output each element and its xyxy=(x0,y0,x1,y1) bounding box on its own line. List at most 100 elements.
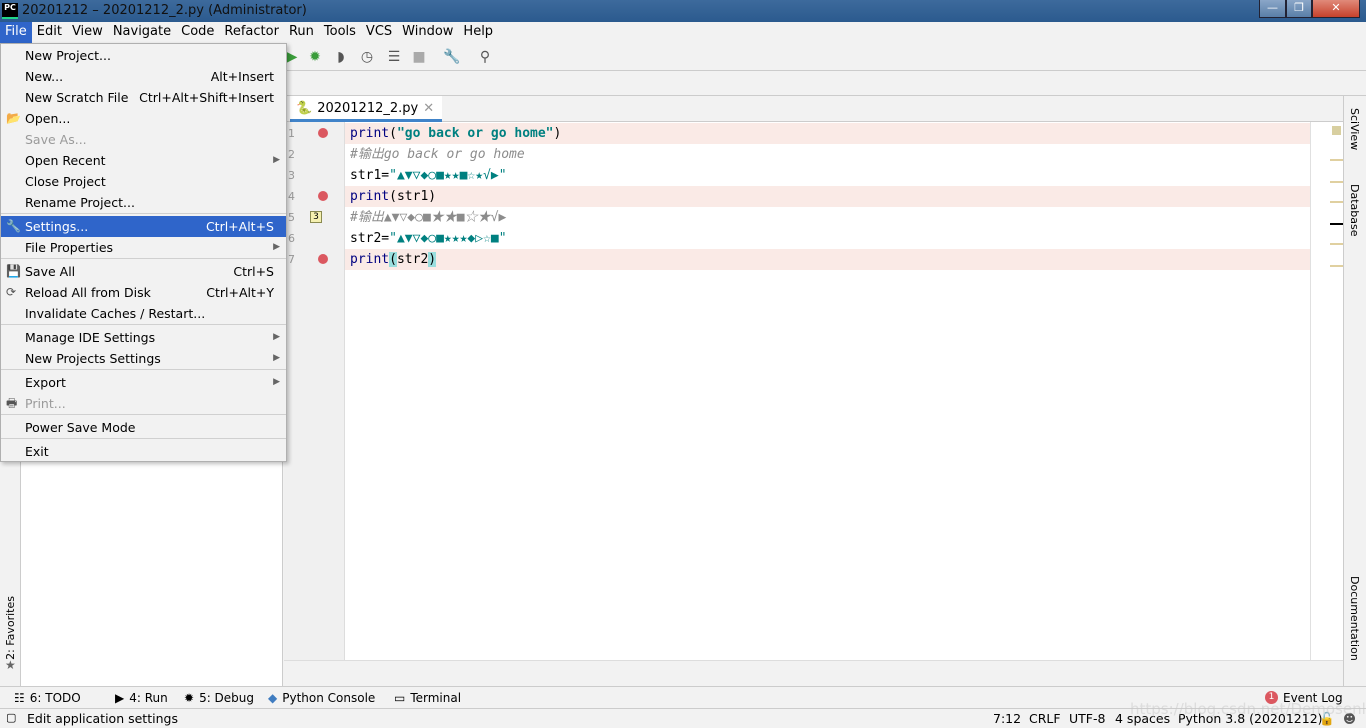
debug-icon[interactable]: ✹ xyxy=(306,49,324,65)
code-line[interactable]: print(str2) xyxy=(345,249,1310,270)
line-number: 1 xyxy=(288,127,295,140)
menu-view[interactable]: View xyxy=(67,22,108,43)
close-window-button[interactable]: ✕ xyxy=(1312,0,1360,18)
menu-item-rename-project[interactable]: Rename Project... xyxy=(1,192,286,213)
database-tool-button[interactable]: Database xyxy=(1348,184,1361,237)
run-tool-button[interactable]: ▶ 4: Run xyxy=(115,691,168,705)
todo-tool-button[interactable]: ☷ 6: TODO xyxy=(14,691,81,705)
code-line[interactable]: print("go back or go home") xyxy=(345,123,1310,144)
wrench-icon[interactable]: 🔧 xyxy=(443,49,461,65)
wrench-icon: 🔧 xyxy=(6,219,21,233)
code-line[interactable]: #输出▲▼▽◆○■★★■☆★√▶ xyxy=(345,207,1310,228)
editor-gutter[interactable]: 1 2 3 4 5 3 6 7 xyxy=(284,122,345,660)
minimize-button[interactable]: — xyxy=(1259,0,1286,18)
menu-window[interactable]: Window xyxy=(397,22,458,43)
code-token: print xyxy=(350,126,390,141)
profile-icon[interactable]: ◷ xyxy=(358,49,376,65)
line-separator[interactable]: CRLF xyxy=(1029,711,1061,726)
documentation-tool-button[interactable]: Documentation xyxy=(1348,576,1361,661)
menu-tools[interactable]: Tools xyxy=(319,22,361,43)
terminal-button[interactable]: ▭ Terminal xyxy=(394,691,461,705)
window-title: 20201212 – 20201212_2.py (Administrator) xyxy=(22,3,307,18)
code-token: ) xyxy=(428,252,437,267)
code-token: "▲▼▽◆○■★★■☆★√▶" xyxy=(389,168,507,183)
python-file-icon: 🐍 xyxy=(296,101,313,116)
menu-item-export[interactable]: Export ▶ xyxy=(1,372,286,393)
bookmark-icon[interactable]: 3 xyxy=(310,211,322,223)
error-stripe[interactable] xyxy=(1311,122,1343,660)
watermark: https://blog.csdn.net/Demosenli xyxy=(1130,700,1366,718)
menu-refactor[interactable]: Refactor xyxy=(219,22,284,43)
menu-bar: File Edit View Navigate Code Refactor Run Tools… xyxy=(0,22,1366,43)
menu-item-label: Open... xyxy=(25,111,71,126)
coverage-icon[interactable]: ◗ xyxy=(332,49,350,65)
caret-position[interactable]: 7:12 xyxy=(993,711,1021,726)
menu-vcs[interactable]: VCS xyxy=(361,22,397,43)
menu-separator xyxy=(1,414,286,415)
title-bar: PC 20201212 – 20201212_2.py (Administrat… xyxy=(0,0,1366,22)
menu-item-invalidate-caches-restart[interactable]: Invalidate Caches / Restart... xyxy=(1,303,286,324)
concurrency-icon[interactable]: ☰ xyxy=(385,49,403,65)
line-number: 2 xyxy=(288,148,295,161)
submenu-arrow-icon: ▶ xyxy=(273,353,280,363)
breakpoint-icon[interactable] xyxy=(318,191,328,201)
inspection-status-icon[interactable] xyxy=(1332,126,1341,135)
menu-edit[interactable]: Edit xyxy=(32,22,67,43)
menu-navigate[interactable]: Navigate xyxy=(108,22,176,43)
star-icon: ★ xyxy=(5,658,16,672)
menu-item-close-project[interactable]: Close Project xyxy=(1,171,286,192)
breakpoint-icon[interactable] xyxy=(318,128,328,138)
tab-20201212-2-py[interactable]: 🐍 20201212_2.py ✕ xyxy=(290,96,443,122)
menu-item-save-as[interactable]: Save As... xyxy=(1,129,286,150)
file-encoding[interactable]: UTF-8 xyxy=(1069,711,1105,726)
debug-tool-button[interactable]: ✹ 5: Debug xyxy=(184,691,254,705)
maximize-button[interactable]: ❐ xyxy=(1286,0,1312,18)
menu-item-new-projects-settings[interactable]: New Projects Settings ▶ xyxy=(1,348,286,369)
tool-window-toggle-icon[interactable]: ▢ xyxy=(6,711,16,724)
menu-item-label: Reload All from Disk xyxy=(25,285,151,300)
menu-item-settings[interactable]: 🔧 Settings... Ctrl+Alt+S xyxy=(1,216,286,237)
line-number: 4 xyxy=(288,190,295,203)
menu-item-new-scratch-file[interactable]: New Scratch File Ctrl+Alt+Shift+Insert xyxy=(1,87,286,108)
sciview-tool-button[interactable]: SciView xyxy=(1348,108,1361,150)
submenu-arrow-icon: ▶ xyxy=(273,377,280,387)
menu-run[interactable]: Run xyxy=(284,22,319,43)
menu-code[interactable]: Code xyxy=(176,22,219,43)
menu-item-new[interactable]: New... Alt+Insert xyxy=(1,66,286,87)
menu-item-label: Settings... xyxy=(25,219,89,234)
code-line[interactable]: str2="▲▼▽◆○■★★★◆▷☆■" xyxy=(345,228,1310,249)
favorites-tool-button[interactable]: 2: Favorites xyxy=(4,596,17,660)
pycharm-logo: PC xyxy=(2,3,18,19)
menu-item-open-recent[interactable]: Open Recent ▶ xyxy=(1,150,286,171)
code-editor[interactable]: print("go back or go home") #输出go back or… xyxy=(345,122,1310,660)
menu-file[interactable]: File xyxy=(0,22,32,43)
menu-item-open[interactable]: 📂 Open... xyxy=(1,108,286,129)
search-icon[interactable]: ⚲ xyxy=(476,49,494,65)
menu-item-power-save-mode[interactable]: Power Save Mode xyxy=(1,417,286,438)
submenu-arrow-icon: ▶ xyxy=(273,155,280,165)
menu-item-label: Open Recent xyxy=(25,153,106,168)
code-line[interactable]: #输出go back or go home xyxy=(345,144,1310,165)
code-token: ( xyxy=(389,126,397,141)
stop-icon[interactable]: ■ xyxy=(410,49,428,65)
menu-item-label: File Properties xyxy=(25,240,114,255)
code-token: str1= xyxy=(350,168,390,183)
code-line[interactable]: print(str1) xyxy=(345,186,1310,207)
menu-item-new-project[interactable]: New Project... xyxy=(1,45,286,66)
close-tab-icon[interactable]: ✕ xyxy=(423,101,434,119)
menu-item-reload-all-from-disk[interactable]: ⟳ Reload All from Disk Ctrl+Alt+Y xyxy=(1,282,286,303)
python-console-button[interactable]: ◆ Python Console xyxy=(268,691,375,705)
python-icon: ◆ xyxy=(268,691,278,705)
menu-item-print[interactable]: 🖶 Print... xyxy=(1,393,286,414)
menu-item-manage-ide-settings[interactable]: Manage IDE Settings ▶ xyxy=(1,327,286,348)
menu-item-label: Invalidate Caches / Restart... xyxy=(25,306,206,321)
menu-item-file-properties[interactable]: File Properties ▶ xyxy=(1,237,286,258)
menu-item-save-all[interactable]: 💾 Save All Ctrl+S xyxy=(1,261,286,282)
breakpoint-icon[interactable] xyxy=(318,254,328,264)
code-line[interactable]: str1="▲▼▽◆○■★★■☆★√▶" xyxy=(345,165,1310,186)
menu-separator xyxy=(1,213,286,214)
menu-item-shortcut: Ctrl+Alt+Shift+Insert xyxy=(139,90,274,105)
menu-separator xyxy=(1,258,286,259)
menu-item-exit[interactable]: Exit xyxy=(1,441,286,462)
menu-help[interactable]: Help xyxy=(458,22,498,43)
